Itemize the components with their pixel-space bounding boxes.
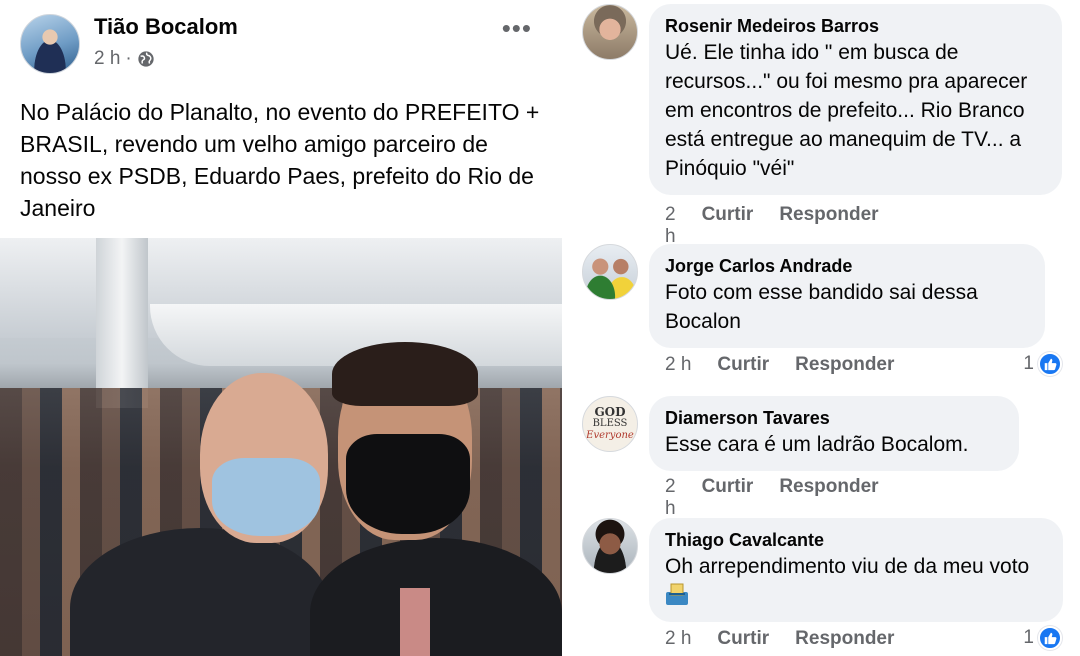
ballot-box-icon xyxy=(666,583,688,605)
comment-bubble: Thiago Cavalcante Oh arrependimento viu … xyxy=(649,518,1063,622)
commenter-name[interactable]: Thiago Cavalcante xyxy=(665,528,1047,552)
post-author-name[interactable]: Tião Bocalom xyxy=(94,14,238,40)
reply-link[interactable]: Responder xyxy=(779,476,878,520)
post-meta: 2 h · xyxy=(94,48,155,70)
comment-time[interactable]: 2 h xyxy=(665,628,691,650)
photo-person-right-hair xyxy=(332,342,478,406)
commenter-avatar[interactable] xyxy=(582,518,638,574)
reaction-summary[interactable]: 1 xyxy=(1023,352,1062,376)
photo-blue-mask xyxy=(212,458,320,536)
comment-text-content: Oh arrependimento viu de da meu voto xyxy=(665,555,1030,578)
comment-time[interactable]: 2 h xyxy=(665,354,691,376)
comment-bubble: Jorge Carlos Andrade Foto com esse bandi… xyxy=(649,244,1045,348)
post-card: Tião Bocalom 2 h · ••• No Palácio do Pla… xyxy=(0,0,564,656)
reply-link[interactable]: Responder xyxy=(779,204,878,248)
comment-time[interactable]: 2 h xyxy=(665,476,676,520)
avatar-text-god: GOD xyxy=(594,405,626,419)
post-header: Tião Bocalom 2 h · ••• xyxy=(20,12,544,78)
thumbs-up-icon xyxy=(1038,626,1062,650)
post-photo[interactable] xyxy=(0,238,562,656)
reply-link[interactable]: Responder xyxy=(795,628,894,650)
photo-pillar xyxy=(96,238,148,408)
reply-link[interactable]: Responder xyxy=(795,354,894,376)
post-text: No Palácio do Planalto, no evento do PRE… xyxy=(20,99,540,221)
commenter-name[interactable]: Diamerson Tavares xyxy=(665,406,1003,430)
comment-text: Oh arrependimento viu de da meu voto xyxy=(665,552,1047,610)
like-link[interactable]: Curtir xyxy=(702,204,754,248)
photo-tie xyxy=(400,588,430,656)
post-time[interactable]: 2 h xyxy=(94,48,120,70)
author-avatar[interactable] xyxy=(20,14,80,74)
reaction-count: 1 xyxy=(1023,627,1034,648)
avatar-text-everyone: Everyone xyxy=(586,430,634,441)
comment-bubble: Diamerson Tavares Esse cara é um ladrão … xyxy=(649,396,1019,471)
comment-bubble: Rosenir Medeiros Barros Ué. Ele tinha id… xyxy=(649,4,1062,195)
comment-actions: 2 h Curtir Responder xyxy=(665,628,894,650)
comment-text: Esse cara é um ladrão Bocalom. xyxy=(665,433,969,456)
photo-black-mask xyxy=(346,434,470,534)
commenter-avatar[interactable] xyxy=(582,244,638,300)
commenter-avatar[interactable]: GOD BLESS Everyone xyxy=(582,396,638,452)
more-options-icon[interactable]: ••• xyxy=(502,15,532,41)
comment-time[interactable]: 2 h xyxy=(665,204,676,248)
comment-actions: 2 h Curtir Responder xyxy=(665,204,879,248)
comment-actions: 2 h Curtir Responder xyxy=(665,354,894,376)
meta-separator: · xyxy=(125,48,132,69)
reaction-count: 1 xyxy=(1023,353,1034,374)
thumbs-up-icon xyxy=(1038,352,1062,376)
comment-text: Ué. Ele tinha ido " em busca de recursos… xyxy=(665,41,1028,180)
avatar-text-bless: BLESS xyxy=(592,418,628,429)
like-link[interactable]: Curtir xyxy=(717,628,769,650)
globe-icon[interactable] xyxy=(137,50,155,68)
comment-actions: 2 h Curtir Responder xyxy=(665,476,879,520)
commenter-avatar[interactable] xyxy=(582,4,638,60)
column-divider xyxy=(562,0,568,656)
reaction-summary[interactable]: 1 xyxy=(1023,626,1062,650)
comment-text: Foto com esse bandido sai dessa Bocalon xyxy=(665,281,978,333)
commenter-name[interactable]: Jorge Carlos Andrade xyxy=(665,254,1029,278)
commenter-name[interactable]: Rosenir Medeiros Barros xyxy=(665,14,1046,38)
like-link[interactable]: Curtir xyxy=(717,354,769,376)
like-link[interactable]: Curtir xyxy=(702,476,754,520)
